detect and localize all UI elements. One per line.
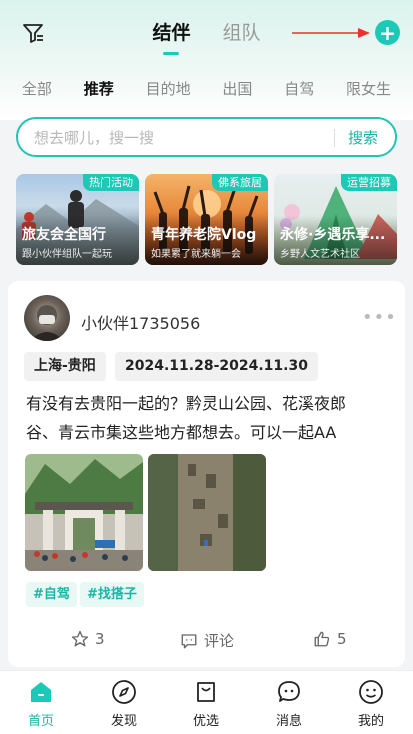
like-button[interactable]: 5 [313,630,347,648]
more-options-button[interactable]: ••• [362,307,397,328]
add-button[interactable]: + [375,20,400,45]
header: 结伴 组队 + [0,0,413,62]
card-badge: 热门活动 [83,174,139,191]
featured-card-2[interactable]: 佛系旅居 青年养老院Vlog 如果累了就来躺一会 [145,174,268,265]
star-icon [71,630,89,647]
bottom-nav: 首页 发现 优选 消息 我的 [0,670,413,734]
search-button[interactable]: 搜索 [348,127,378,148]
nav-item-profile[interactable]: 我的 [341,679,401,729]
category-tabs: 全部 推荐 目的地 出国 自驾 限女生 [0,78,413,100]
nav-label: 首页 [27,714,54,729]
post-photo-1[interactable] [25,454,143,571]
category-tab-women-only[interactable]: 限女生 [346,78,391,100]
nav-item-featured[interactable]: 优选 [176,679,236,729]
card-badge: 运营招募 [341,174,397,191]
avatar[interactable] [24,295,70,341]
tab-jieban[interactable]: 结伴 [152,18,191,55]
card-subtitle: 乡野人文艺术社区 [280,249,360,260]
category-tab-all[interactable]: 全部 [22,78,52,100]
card-title: 永修·乡遇乐享... [280,227,386,243]
category-tab-destination[interactable]: 目的地 [146,78,191,100]
nav-label: 我的 [357,714,384,729]
search-input[interactable] [34,127,324,149]
card-subtitle: 如果累了就来躺一会 [151,249,241,260]
nav-label: 发现 [110,714,137,729]
comment-button[interactable]: 评论 [180,630,234,651]
card-subtitle: 跟小伙伴组队一起玩 [22,249,112,260]
message-icon [278,681,300,702]
post-actions: 3 评论 5 [8,630,405,654]
category-tab-recommended[interactable]: 推荐 [84,78,114,100]
compass-icon [112,680,136,704]
smiley-icon [359,680,383,704]
nav-label: 消息 [275,714,302,729]
star-button[interactable]: 3 [71,630,105,648]
tab-zudui[interactable]: 组队 [223,18,261,55]
search-bar: 搜索 [16,117,397,157]
category-tab-self-drive[interactable]: 自驾 [284,78,314,100]
post-photo-2[interactable] [148,454,266,571]
nav-item-discover[interactable]: 发现 [94,679,154,729]
hashtag-chip[interactable]: #自驾 [26,582,77,607]
username[interactable]: 小伙伴1735056 [81,310,200,334]
comment-label: 评论 [204,632,235,650]
route-chip: 上海-贵阳 [24,352,106,381]
date-range-chip: 2024.11.28-2024.11.30 [115,352,318,381]
comment-icon [181,633,197,648]
shopping-bag-icon [197,682,215,702]
category-tab-abroad[interactable]: 出国 [222,78,252,100]
red-arrow-annotation [292,28,370,38]
thumbs-up-icon [314,631,330,647]
like-count: 5 [337,630,347,648]
nav-label: 优选 [192,714,219,729]
hashtag-chip[interactable]: #找搭子 [80,582,144,607]
nav-item-home[interactable]: 首页 [11,679,71,729]
featured-cards: 热门活动 旅友会全国行 跟小伙伴组队一起玩 佛系旅居 青年养老院Vlog 如果累… [16,174,397,265]
card-title: 青年养老院Vlog [151,227,257,243]
nav-item-messages[interactable]: 消息 [259,679,319,729]
featured-card-3[interactable]: 运营招募 永修·乡遇乐享... 乡野人文艺术社区 [274,174,397,265]
plus-icon: + [379,20,396,45]
card-badge: 佛系旅居 [212,174,268,191]
home-icon [31,682,51,702]
card-title: 旅友会全国行 [22,227,106,243]
post-text: 有没有去贵阳一起的？黔灵山公园、花溪夜郎谷、青云市集这些地方都想去。可以一起AA [26,394,347,442]
featured-card-1[interactable]: 热门活动 旅友会全国行 跟小伙伴组队一起玩 [16,174,139,265]
search-divider [334,129,335,147]
star-count: 3 [95,630,105,648]
post-card[interactable]: 小伙伴1735056 ••• 上海-贵阳 2024.11.28-2024.11.… [8,281,405,667]
